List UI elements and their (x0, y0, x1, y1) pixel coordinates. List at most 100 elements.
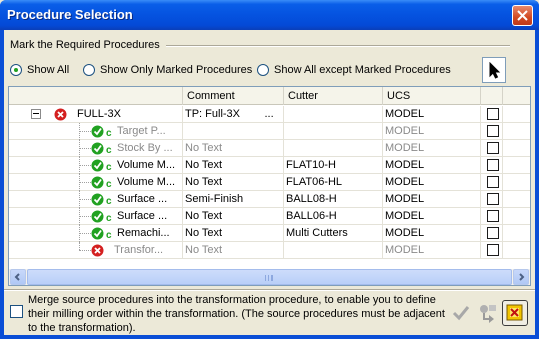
procedure-row[interactable]: c Remachi... No Text Multi Cutters MODEL (9, 225, 530, 242)
procedure-comment: No Text (185, 227, 223, 239)
mark-checkbox[interactable] (487, 210, 499, 222)
procedure-ucs: MODEL (385, 108, 425, 120)
procedure-comment: No Text (185, 142, 223, 154)
ok-button[interactable] (448, 300, 474, 326)
error-icon (54, 108, 67, 123)
cell-name: c Volume M... (9, 157, 183, 174)
tree-connector (79, 174, 80, 191)
check-c-icon: c (91, 210, 113, 225)
mark-checkbox[interactable] (487, 108, 499, 120)
check-c-icon: c (91, 227, 113, 242)
svg-text:c: c (106, 145, 112, 155)
procedure-row[interactable]: Transfor... No Text MODEL (9, 242, 530, 259)
procedure-comment: Semi-Finish (185, 193, 244, 205)
mark-checkbox[interactable] (487, 244, 499, 256)
tree-connector (79, 242, 80, 250)
radio-dot (10, 64, 22, 76)
mark-checkbox[interactable] (487, 227, 499, 239)
cell-name: FULL-3X (9, 106, 183, 123)
procedure-name: Volume M... (117, 159, 176, 171)
exit-icon (506, 304, 523, 321)
procedure-name: Volume M... (117, 176, 176, 188)
procedure-row[interactable]: c Volume M... No Text FLAT06-HL MODEL (9, 174, 530, 191)
cell-comment: No Text (183, 157, 284, 174)
check-c-icon: c (91, 176, 113, 191)
procedure-name: FULL-3X (77, 108, 122, 120)
mark-checkbox[interactable] (487, 193, 499, 205)
procedure-cutter: BALL06-H (286, 210, 337, 222)
radio-label: Show Only Marked Procedures (100, 64, 253, 76)
cell-cutter (284, 242, 383, 259)
collapse-toggle-icon[interactable] (31, 109, 41, 119)
tree-connector (79, 199, 91, 200)
procedure-name: Stock By ... (117, 142, 173, 154)
procedure-ucs: MODEL (385, 125, 425, 137)
tree-connector (79, 131, 91, 132)
procedure-name: Remachi... (117, 227, 170, 239)
check-c-icon: c (91, 142, 113, 157)
mark-checkbox[interactable] (487, 176, 499, 188)
mouse-pointer-icon (489, 62, 501, 79)
procedure-comment: No Text (185, 244, 223, 256)
radio-dot (83, 64, 95, 76)
cell-comment: No Text (183, 242, 284, 259)
procedure-comment: No Text (185, 210, 223, 222)
procedure-row[interactable]: c Volume M... No Text FLAT10-H MODEL (9, 157, 530, 174)
tree-connector (79, 182, 91, 183)
merge-checkbox[interactable] (10, 305, 23, 318)
close-button[interactable] (512, 5, 533, 26)
cell-cutter: BALL08-H (284, 191, 383, 208)
mark-checkbox[interactable] (487, 125, 499, 137)
tree-connector (79, 216, 91, 217)
scroll-right-button[interactable] (513, 269, 529, 285)
cell-name: c Volume M... (9, 174, 183, 191)
cell-cutter: FLAT10-H (284, 157, 383, 174)
horizontal-scrollbar[interactable] (9, 269, 530, 285)
procedure-row[interactable]: c Surface ... No Text BALL06-H MODEL (9, 208, 530, 225)
procedure-row[interactable]: c Surface ... Semi-Finish BALL08-H MODEL (9, 191, 530, 208)
cell-name: c Target P... (9, 123, 183, 140)
exit-button[interactable] (502, 300, 528, 326)
cell-cutter (284, 106, 383, 123)
column-header-cutter[interactable]: Cutter (284, 87, 383, 105)
procedure-comment: No Text (185, 176, 223, 188)
cell-ucs: MODEL (383, 174, 481, 191)
procedure-row[interactable]: c Target P... MODEL (9, 123, 530, 140)
cell-comment: No Text (183, 174, 284, 191)
column-header-comment[interactable]: Comment (183, 87, 284, 105)
mark-checkbox[interactable] (487, 159, 499, 171)
mark-checkbox[interactable] (487, 142, 499, 154)
column-header-ucs[interactable]: UCS (383, 87, 481, 105)
check-c-icon: c (91, 193, 113, 208)
tree-connector (79, 191, 80, 208)
scroll-left-button[interactable] (10, 269, 26, 285)
check-c-icon: c (91, 159, 113, 174)
svg-text:c: c (106, 128, 112, 138)
tree-connector (79, 233, 91, 234)
title-bar[interactable]: Procedure Selection (0, 0, 539, 30)
bottom-divider (4, 289, 535, 291)
tree-connector (79, 140, 80, 157)
procedure-row[interactable]: c Stock By ... No Text MODEL (9, 140, 530, 157)
radio-dot (257, 64, 269, 76)
pick-pointer-button[interactable] (482, 57, 506, 83)
procedure-ucs: MODEL (385, 176, 425, 188)
radio-show-all-except-marked[interactable]: Show All except Marked Procedures (257, 63, 451, 77)
cell-ucs: MODEL (383, 225, 481, 242)
procedure-row[interactable]: FULL-3X TP: Full-3X ... MODEL (9, 106, 530, 123)
scroll-thumb[interactable] (27, 269, 512, 285)
cell-comment (183, 123, 284, 140)
procedure-grid[interactable]: Comment Cutter UCS FULL-3X TP: Full-3X ..… (8, 86, 531, 286)
radio-show-only-marked[interactable]: Show Only Marked Procedures (83, 63, 252, 77)
radio-show-all[interactable]: Show All (10, 63, 69, 77)
column-header-name[interactable] (9, 87, 183, 105)
procedure-comment: No Text (185, 159, 223, 171)
cell-ucs: MODEL (383, 242, 481, 259)
scroll-grip-icon (265, 275, 273, 281)
cell-name: c Stock By ... (9, 140, 183, 157)
svg-text:c: c (106, 162, 112, 172)
column-header-mark[interactable] (481, 87, 503, 105)
apply-button[interactable] (475, 300, 501, 326)
grid-header: Comment Cutter UCS (9, 87, 530, 105)
dialog-body: Mark the Required Procedures Show All Sh… (4, 30, 535, 335)
